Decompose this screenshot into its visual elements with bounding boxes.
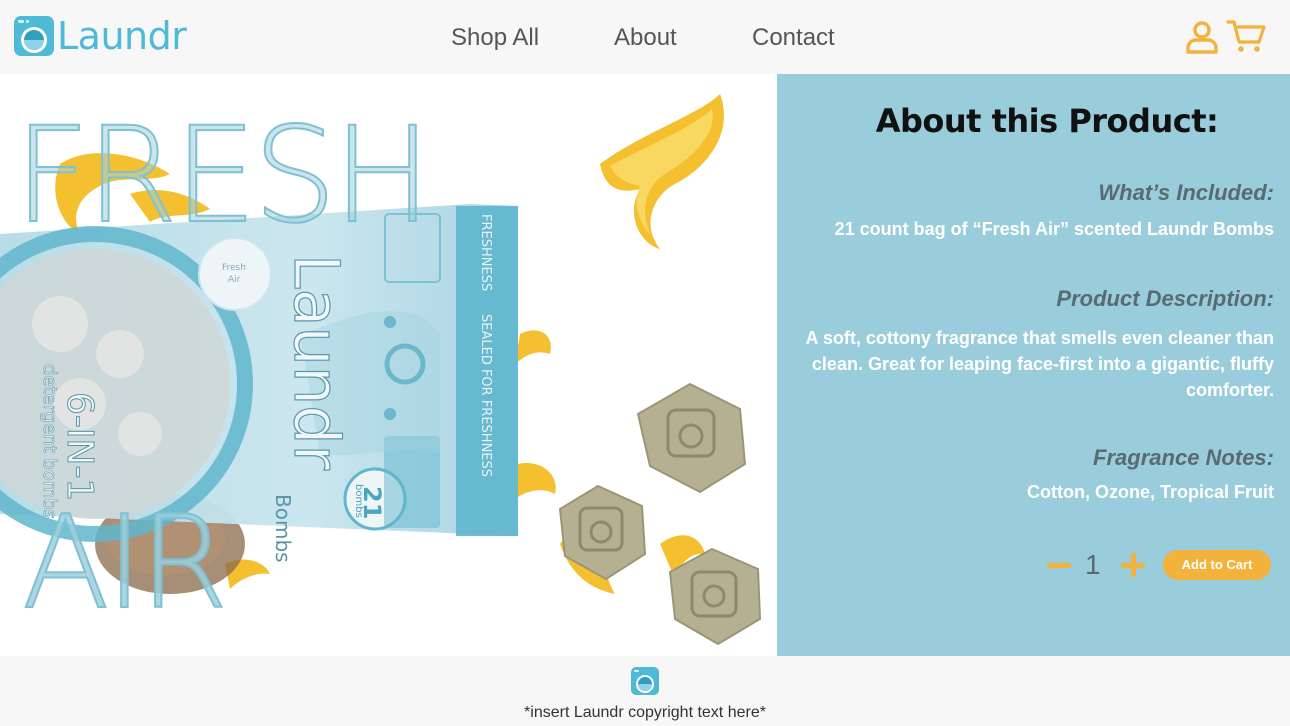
fragrance-notes-heading: Fragrance Notes: xyxy=(1093,445,1274,470)
main-nav: Shop All About Contact xyxy=(0,24,1290,54)
bag-badge-unit: bombs xyxy=(353,484,364,518)
included-heading: What’s Included: xyxy=(1098,180,1274,205)
bomb-tablet xyxy=(668,547,762,646)
lemon-peel xyxy=(515,330,551,364)
product-info-panel: About this Product: What’s Included: 21 … xyxy=(777,74,1290,656)
product-hero-image: Laundr Bombs 6-IN-1 detergent bombs 21 b… xyxy=(0,74,777,656)
bag-type-text: 6-IN-1 xyxy=(59,392,100,501)
bomb-tablet xyxy=(636,382,747,494)
decrease-quantity-button[interactable] xyxy=(1047,563,1071,568)
description-text: A soft, cottony fragrance that smells ev… xyxy=(805,328,1274,400)
bag-scent-text: Fresh xyxy=(222,263,246,273)
washer-logo-icon[interactable] xyxy=(630,666,660,696)
lemon-peel-inner xyxy=(610,109,713,234)
add-to-cart-button[interactable]: Add to Cart xyxy=(1163,550,1271,580)
copyright-text: *insert Laundr copyright text here* xyxy=(524,704,766,721)
lemon-peel xyxy=(515,463,556,499)
bag-sub-text: Bombs xyxy=(271,494,295,563)
site-footer: *insert Laundr copyright text here* xyxy=(0,656,1290,726)
bag-brand-text: Laundr xyxy=(280,254,353,470)
included-text: 21 count bag of “Fresh Air” scented Laun… xyxy=(834,219,1274,239)
nav-contact[interactable]: Contact xyxy=(752,24,835,52)
bag-scent-text: Air xyxy=(228,275,241,285)
fragrance-notes-text: Cotton, Ozone, Tropical Fruit xyxy=(1027,482,1274,502)
site-header: Laundr Shop All About Contact xyxy=(0,0,1290,74)
panel-title: About this Product: xyxy=(875,102,1219,140)
nav-about[interactable]: About xyxy=(614,24,677,52)
cart-icon[interactable] xyxy=(1226,18,1268,54)
user-icon[interactable] xyxy=(1184,20,1220,54)
quantity-stepper: 1 xyxy=(1047,550,1157,580)
increase-quantity-button[interactable] xyxy=(1121,553,1145,577)
nav-shop-all[interactable]: Shop All xyxy=(451,24,539,52)
quantity-value: 1 xyxy=(1085,549,1101,580)
bag-side-text: SEALED FOR FRESHNESS xyxy=(478,314,493,477)
hero-word-fresh: FRESH xyxy=(13,99,433,253)
hero-word-air: AIR xyxy=(21,489,229,638)
bag-side-text: FRESHNESS xyxy=(478,214,493,291)
description-heading: Product Description: xyxy=(1056,286,1274,311)
